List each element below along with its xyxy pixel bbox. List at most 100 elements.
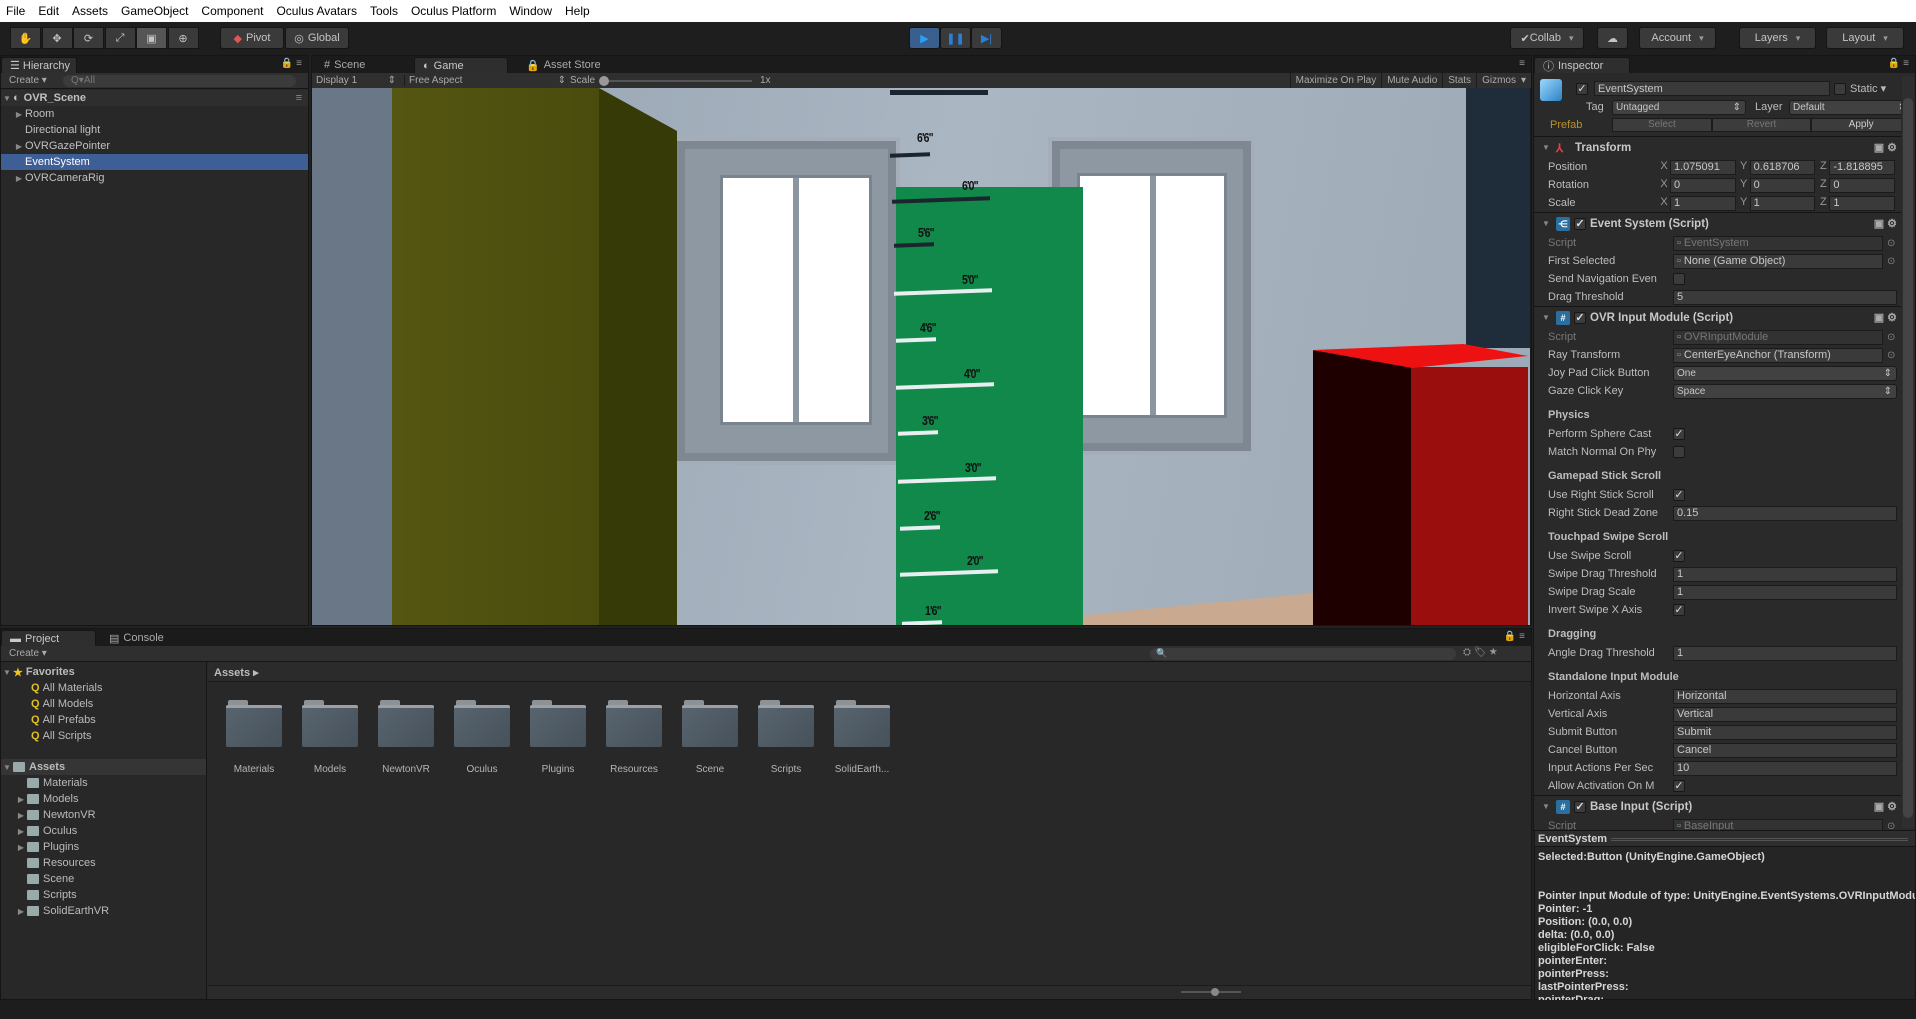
- tab-scene[interactable]: # Scene: [316, 57, 410, 73]
- pause-button[interactable]: ❚❚: [940, 27, 971, 49]
- menu-gameobject[interactable]: GameObject: [121, 4, 188, 18]
- object-field[interactable]: ▫ BaseInput: [1673, 818, 1883, 830]
- menu-oculus-platform[interactable]: Oculus Platform: [411, 4, 496, 18]
- object-picker-icon[interactable]: ⊙: [1887, 821, 1899, 831]
- component-header[interactable]: ▼ # ✓ Base Input (Script) ▣ ⚙: [1534, 795, 1901, 817]
- hand-tool-button[interactable]: ✋: [10, 27, 41, 49]
- layout-dropdown[interactable]: Layout: [1826, 27, 1904, 49]
- foldout-arrow-icon[interactable]: ▼: [1540, 313, 1552, 322]
- preview-header[interactable]: EventSystem: [1535, 831, 1915, 847]
- object-field[interactable]: ▫ CenterEyeAnchor (Transform): [1673, 347, 1883, 363]
- asset-folder[interactable]: NewtonVR: [376, 700, 436, 775]
- scene-row[interactable]: ▼ ◐ OVR_Scene ≡: [1, 90, 308, 106]
- property-checkbox[interactable]: [1673, 446, 1685, 458]
- asset-folder-item[interactable]: Resources: [1, 855, 206, 871]
- move-tool-button[interactable]: ✥: [41, 27, 73, 49]
- object-name-field[interactable]: EventSystem: [1594, 81, 1830, 96]
- scene-menu-icon[interactable]: ≡: [296, 92, 302, 104]
- scale-slider-handle[interactable]: [599, 76, 609, 86]
- asset-folder[interactable]: Scene: [680, 700, 740, 775]
- asset-folder-item[interactable]: ▶ Models: [1, 791, 206, 807]
- favorite-item[interactable]: Q All Scripts: [1, 728, 206, 744]
- cloud-button[interactable]: ☁: [1597, 27, 1628, 49]
- object-picker-icon[interactable]: ⊙: [1887, 256, 1899, 267]
- favorite-item[interactable]: Q All Models: [1, 696, 206, 712]
- tab-game[interactable]: ◐ Game: [414, 57, 508, 73]
- asset-folder-item[interactable]: ▶ NewtonVR: [1, 807, 206, 823]
- property-field[interactable]: 1: [1673, 584, 1897, 600]
- component-enabled-checkbox[interactable]: ✓: [1574, 217, 1586, 230]
- gizmos-button[interactable]: Gizmos ▾: [1476, 73, 1531, 89]
- maximize-on-play-button[interactable]: Maximize On Play: [1289, 73, 1382, 89]
- component-enabled-checkbox[interactable]: ✓: [1574, 800, 1586, 813]
- expand-arrow-icon[interactable]: ▼: [1, 763, 13, 772]
- property-field[interactable]: 0.15: [1673, 505, 1897, 521]
- object-field[interactable]: ▫ EventSystem: [1673, 235, 1883, 251]
- active-checkbox[interactable]: ✓: [1576, 83, 1588, 95]
- static-dropdown[interactable]: Static ▾: [1850, 82, 1886, 95]
- menu-window[interactable]: Window: [509, 4, 552, 18]
- property-checkbox[interactable]: [1673, 273, 1685, 285]
- expand-arrow-icon[interactable]: ▼: [1, 668, 13, 677]
- property-field[interactable]: 1: [1673, 566, 1897, 582]
- menu-tools[interactable]: Tools: [370, 4, 398, 18]
- asset-folder-item[interactable]: ▶ SolidEarthVR: [1, 903, 206, 919]
- property-field[interactable]: Submit: [1673, 724, 1897, 740]
- expand-arrow-icon[interactable]: ▶: [15, 907, 27, 916]
- rotation-x-field[interactable]: 0: [1670, 177, 1736, 193]
- help-settings-icons[interactable]: ▣ ⚙: [1874, 141, 1897, 154]
- tag-dropdown[interactable]: Untagged ⇕: [1612, 100, 1746, 115]
- menu-edit[interactable]: Edit: [38, 4, 59, 18]
- object-picker-icon[interactable]: ⊙: [1887, 350, 1899, 361]
- assets-root[interactable]: ▼ Assets: [1, 759, 206, 775]
- panel-menu-icon[interactable]: 🔒 ≡: [1504, 631, 1525, 642]
- play-button[interactable]: ▶: [909, 27, 940, 49]
- scale-z-field[interactable]: 1: [1829, 195, 1896, 211]
- menu-assets[interactable]: Assets: [72, 4, 108, 18]
- hierarchy-search-input[interactable]: Q▾All: [63, 75, 296, 87]
- expand-arrow-icon[interactable]: ▶: [13, 110, 25, 119]
- property-checkbox[interactable]: ✓: [1673, 428, 1685, 440]
- position-z-field[interactable]: -1.818895: [1829, 159, 1896, 175]
- project-search-input[interactable]: 🔍: [1150, 648, 1456, 660]
- rotation-y-field[interactable]: 0: [1749, 177, 1816, 193]
- property-checkbox[interactable]: ✓: [1673, 550, 1685, 562]
- panel-menu-icon[interactable]: ≡: [1519, 58, 1525, 69]
- layer-dropdown[interactable]: Default⇕: [1789, 100, 1901, 115]
- favorite-item[interactable]: Q All Materials: [1, 680, 206, 696]
- favorite-item[interactable]: Q All Prefabs: [1, 712, 206, 728]
- filter-icons[interactable]: ⛭ 🏷 ★: [1463, 647, 1497, 658]
- asset-folder[interactable]: Models: [300, 700, 360, 775]
- component-header[interactable]: ▼ ⋲ ✓ Event System (Script) ▣ ⚙: [1534, 212, 1901, 234]
- tab-console[interactable]: ▤ Console: [101, 630, 196, 646]
- step-button[interactable]: ▶|: [971, 27, 1002, 49]
- collab-button[interactable]: ✔ Collab: [1510, 27, 1584, 49]
- property-checkbox[interactable]: ✓: [1673, 489, 1685, 501]
- breadcrumb-assets[interactable]: Assets: [214, 667, 250, 679]
- component-enabled-checkbox[interactable]: ✓: [1574, 311, 1586, 324]
- position-x-field[interactable]: 1.075091: [1670, 159, 1736, 175]
- mute-audio-button[interactable]: Mute Audio: [1381, 73, 1442, 89]
- help-settings-icons[interactable]: ▣ ⚙: [1874, 311, 1897, 324]
- create-dropdown[interactable]: Create ▾: [9, 648, 47, 659]
- help-settings-icons[interactable]: ▣ ⚙: [1874, 217, 1897, 230]
- object-picker-icon[interactable]: ⊙: [1887, 238, 1899, 249]
- menu-help[interactable]: Help: [565, 4, 590, 18]
- dropdown-arrow-icon[interactable]: ▾: [1521, 75, 1526, 86]
- tab-asset-store[interactable]: 🔒 Asset Store: [518, 57, 612, 73]
- asset-folder[interactable]: Plugins: [528, 700, 588, 775]
- scale-x-field[interactable]: 1: [1670, 195, 1736, 211]
- asset-folder[interactable]: SolidEarth...: [832, 700, 892, 775]
- foldout-arrow-icon[interactable]: ▼: [1540, 143, 1552, 152]
- tab-inspector[interactable]: ⓘ Inspector: [1534, 57, 1630, 73]
- asset-folder[interactable]: Oculus: [452, 700, 512, 775]
- hierarchy-item[interactable]: EventSystem: [1, 154, 308, 170]
- menu-oculus-avatars[interactable]: Oculus Avatars: [276, 4, 356, 18]
- rotate-tool-button[interactable]: ⟳: [73, 27, 104, 49]
- rect-tool-button[interactable]: ▣: [136, 27, 167, 49]
- hierarchy-item[interactable]: ▶ Room: [1, 106, 308, 122]
- rotation-z-field[interactable]: 0: [1829, 177, 1896, 193]
- panel-menu-icon[interactable]: 🔒 ≡: [281, 58, 302, 69]
- asset-folder-item[interactable]: Scene: [1, 871, 206, 887]
- favorites-header[interactable]: ▼ ★ Favorites: [1, 664, 206, 680]
